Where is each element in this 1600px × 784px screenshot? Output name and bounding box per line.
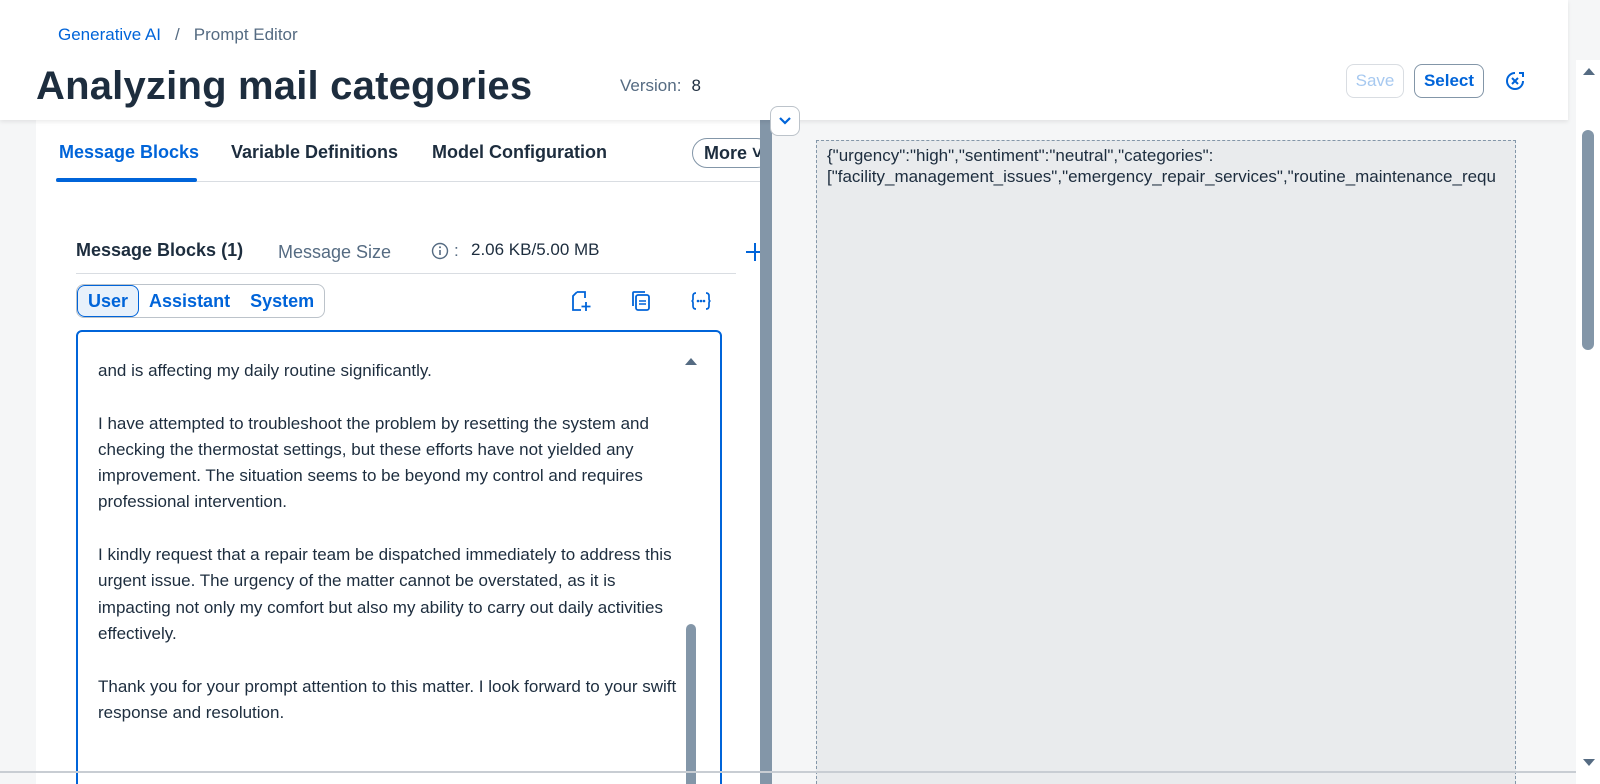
message-size-colon: : bbox=[454, 241, 459, 260]
tab-model-configuration[interactable]: Model Configuration bbox=[432, 142, 607, 163]
collapse-header-button[interactable] bbox=[770, 106, 800, 136]
page-scrollbar[interactable] bbox=[1576, 60, 1600, 784]
role-segmented-button: User Assistant System bbox=[76, 284, 326, 318]
prompt-editor-pane: Message Blocks Variable Definitions Mode… bbox=[36, 120, 772, 784]
page-scrollbar-thumb[interactable] bbox=[1582, 130, 1594, 350]
response-output: {"urgency":"high","sentiment":"neutral",… bbox=[816, 140, 1516, 784]
variable-braces-icon[interactable] bbox=[690, 290, 712, 312]
scroll-up-arrow-icon[interactable] bbox=[684, 356, 698, 366]
breadcrumb: Generative AI / Prompt Editor bbox=[58, 25, 298, 45]
info-icon[interactable] bbox=[431, 242, 449, 260]
select-button[interactable]: Select bbox=[1414, 64, 1484, 98]
page-title: Analyzing mail categories bbox=[36, 64, 533, 108]
add-document-icon[interactable] bbox=[570, 290, 592, 312]
message-blocks-title: Message Blocks (1) bbox=[76, 240, 244, 260]
message-editor[interactable]: and is affecting my daily routine signif… bbox=[76, 330, 722, 784]
scroll-up-arrow-icon[interactable] bbox=[1582, 66, 1596, 76]
bottom-divider bbox=[0, 771, 1576, 773]
breadcrumb-separator: / bbox=[175, 25, 180, 44]
response-pane: {"urgency":"high","sentiment":"neutral",… bbox=[772, 120, 1554, 784]
close-circle-icon[interactable] bbox=[1504, 70, 1526, 92]
copy-icon[interactable] bbox=[630, 290, 652, 312]
tab-message-blocks[interactable]: Message Blocks bbox=[59, 142, 199, 163]
breadcrumb-link-generative-ai[interactable]: Generative AI bbox=[58, 25, 161, 45]
tab-bar: Message Blocks Variable Definitions Mode… bbox=[56, 120, 760, 182]
active-tab-indicator bbox=[56, 178, 197, 182]
version-label: Version: bbox=[620, 76, 682, 95]
save-button[interactable]: Save bbox=[1346, 64, 1404, 98]
more-label: More bbox=[704, 143, 748, 163]
message-size-label: Message Size bbox=[278, 242, 392, 262]
role-user[interactable]: User bbox=[77, 285, 140, 317]
version-info: Version: 8 bbox=[620, 76, 701, 96]
pane-splitter[interactable] bbox=[760, 120, 772, 784]
response-output-text: {"urgency":"high","sentiment":"neutral",… bbox=[827, 146, 1496, 186]
scroll-down-arrow-icon[interactable] bbox=[1582, 758, 1596, 768]
role-assistant[interactable]: Assistant bbox=[139, 285, 240, 317]
editor-scrollbar-thumb[interactable] bbox=[686, 624, 696, 784]
role-system[interactable]: System bbox=[240, 285, 324, 317]
chevron-down-icon bbox=[779, 117, 791, 125]
tab-variable-definitions[interactable]: Variable Definitions bbox=[231, 142, 398, 163]
message-editor-text[interactable]: and is affecting my daily routine signif… bbox=[98, 358, 678, 726]
message-size-value: 2.06 KB/5.00 MB bbox=[471, 240, 600, 259]
version-value: 8 bbox=[691, 76, 701, 95]
message-blocks-header: Message Blocks (1) Message Size : 2.06 K… bbox=[76, 240, 764, 274]
breadcrumb-current: Prompt Editor bbox=[193, 25, 298, 44]
page-header: Generative AI / Prompt Editor Analyzing … bbox=[0, 0, 1568, 120]
